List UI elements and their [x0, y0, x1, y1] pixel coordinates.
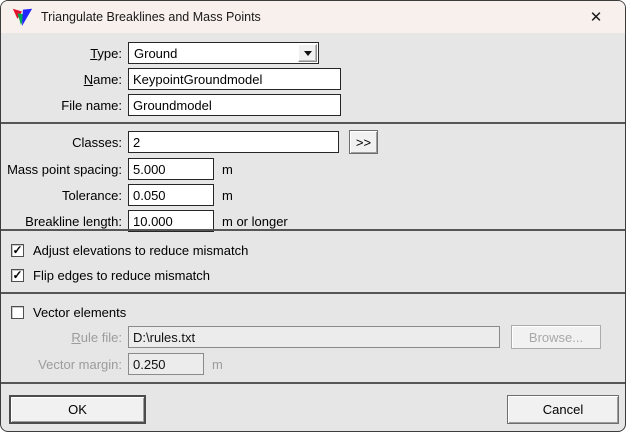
rule-file-row: Rule file: Browse...: [1, 325, 601, 349]
vector-margin-row: Vector margin: m: [1, 353, 223, 375]
type-row: Type: Ground: [1, 42, 319, 64]
name-row: Name:: [1, 68, 341, 90]
type-combobox-value: Ground: [134, 45, 178, 61]
separator: [1, 382, 625, 384]
flip-edges-row: ✓ Flip edges to reduce mismatch: [11, 267, 210, 283]
dialog-window: Triangulate Breaklines and Mass Points ✕…: [0, 0, 626, 432]
terramodeler-triangle-icon: [12, 8, 33, 27]
classes-label: Classes:: [72, 134, 122, 150]
vector-margin-label: Vector margin:: [38, 356, 122, 372]
vector-elements-label[interactable]: Vector elements: [33, 305, 126, 320]
separator: [1, 292, 625, 294]
file-name-input[interactable]: [128, 94, 341, 116]
flip-edges-checkbox[interactable]: ✓: [11, 268, 24, 282]
flip-edges-label[interactable]: Flip edges to reduce mismatch: [33, 268, 210, 283]
mass-point-spacing-input[interactable]: [128, 158, 214, 180]
vector-margin-input[interactable]: [128, 353, 204, 375]
name-input[interactable]: [128, 68, 341, 90]
classes-input[interactable]: [128, 131, 339, 153]
file-name-row: File name:: [1, 94, 341, 116]
rule-file-label: Rule file:: [71, 329, 122, 345]
separator: [1, 229, 625, 231]
adjust-elevations-row: ✓ Adjust elevations to reduce mismatch: [11, 242, 248, 258]
tolerance-row: Tolerance: m: [1, 184, 233, 206]
adjust-elevations-label[interactable]: Adjust elevations to reduce mismatch: [33, 243, 248, 258]
mass-point-spacing-unit: m: [222, 161, 233, 177]
adjust-elevations-checkbox[interactable]: ✓: [11, 243, 24, 257]
separator: [1, 122, 625, 124]
cancel-button[interactable]: Cancel: [507, 395, 619, 424]
browse-button[interactable]: Browse...: [511, 325, 601, 349]
breakline-length-unit: m or longer: [222, 213, 288, 229]
classes-row: Classes: >>: [1, 130, 378, 154]
vector-elements-row: Vector elements: [11, 304, 126, 320]
tolerance-input[interactable]: [128, 184, 214, 206]
close-icon[interactable]: ✕: [581, 1, 611, 33]
name-label: Name:: [83, 71, 122, 87]
breakline-length-label: Breakline length:: [25, 213, 122, 229]
rule-file-input[interactable]: [128, 326, 500, 348]
tolerance-unit: m: [222, 187, 233, 203]
chevron-down-icon[interactable]: [298, 44, 317, 62]
check-icon: ✓: [12, 243, 23, 257]
tolerance-label: Tolerance:: [62, 187, 122, 203]
ok-button[interactable]: OK: [9, 395, 146, 424]
title-bar: Triangulate Breaklines and Mass Points ✕: [1, 1, 625, 33]
window-title: Triangulate Breaklines and Mass Points: [41, 10, 261, 24]
mass-point-spacing-label: Mass point spacing:: [7, 161, 122, 177]
type-label: Type:: [90, 45, 122, 61]
vector-margin-unit: m: [212, 356, 223, 372]
file-name-label: File name:: [61, 97, 122, 113]
type-combobox[interactable]: Ground: [128, 42, 319, 64]
classes-expand-button[interactable]: >>: [349, 130, 378, 154]
check-icon: ✓: [12, 268, 23, 282]
vector-elements-checkbox[interactable]: [11, 305, 24, 319]
mass-point-spacing-row: Mass point spacing: m: [1, 158, 233, 180]
